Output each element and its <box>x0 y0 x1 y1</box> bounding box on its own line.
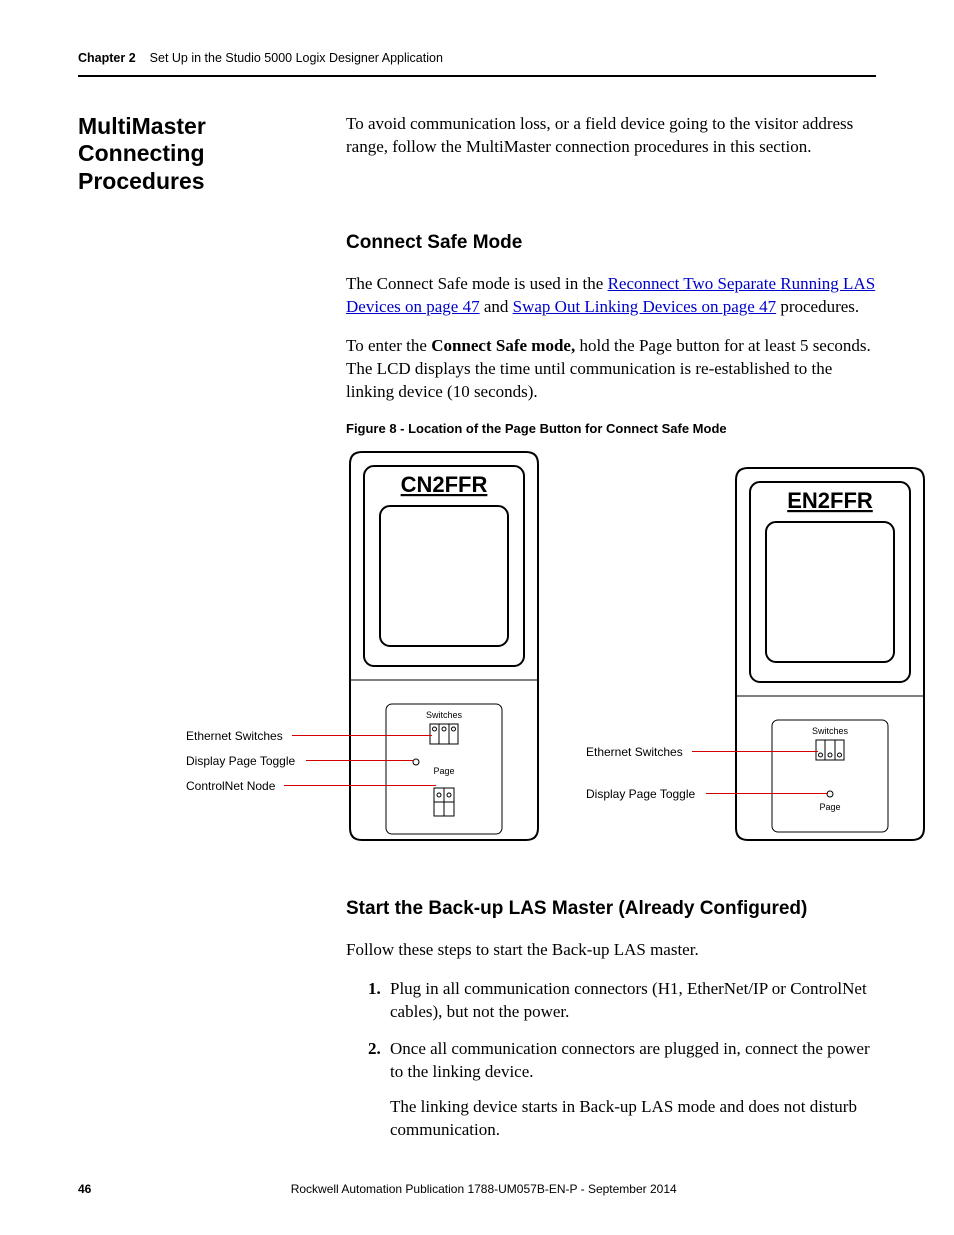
figure-caption: Figure 8 - Location of the Page Button f… <box>346 420 876 438</box>
xref-swap-out[interactable]: Swap Out Linking Devices on page 47 <box>513 297 776 316</box>
callout-display-page-toggle-a: Display Page Toggle <box>186 753 295 769</box>
callout-display-page-toggle-b: Display Page Toggle <box>586 786 695 802</box>
step-2-note: The linking device starts in Back-up LAS… <box>390 1096 876 1142</box>
running-header: Chapter 2 Set Up in the Studio 5000 Logi… <box>78 50 876 75</box>
header-rule <box>78 75 876 77</box>
callout-ethernet-switches-a: Ethernet Switches <box>186 728 283 744</box>
step-1: Plug in all communication connectors (H1… <box>368 978 876 1038</box>
callout-controlnet-node-a: ControlNet Node <box>186 778 275 794</box>
steps-list: Plug in all communication connectors (H1… <box>368 978 876 1156</box>
intro-paragraph: To avoid communication loss, or a field … <box>346 113 876 159</box>
page-footer: 46 Rockwell Automation Publication 1788-… <box>78 1181 876 1197</box>
switches-label-a: Switches <box>426 710 463 720</box>
switches-label-b: Switches <box>812 726 849 736</box>
figure-8: CN2FFR Switches Page <box>126 448 924 848</box>
device-label-b: EN2FFR <box>787 488 873 513</box>
connect-safe-para1: The Connect Safe mode is used in the Rec… <box>346 273 876 319</box>
device-label-a: CN2FFR <box>401 472 488 497</box>
leader-a2 <box>306 760 414 761</box>
leader-b2 <box>706 793 828 794</box>
step-2: Once all communication connectors are pl… <box>368 1038 876 1156</box>
callout-ethernet-switches-b: Ethernet Switches <box>586 744 683 760</box>
connect-safe-para2: To enter the Connect Safe mode, hold the… <box>346 335 876 404</box>
page-number: 46 <box>78 1181 91 1197</box>
chapter-label: Chapter 2 <box>78 50 136 67</box>
page-label-b: Page <box>819 802 840 812</box>
section-heading-connect-safe: Connect Safe Mode <box>346 230 876 256</box>
section-heading-backup-las: Start the Back-up LAS Master (Already Co… <box>346 896 876 922</box>
leader-a3 <box>284 785 436 786</box>
page-label-a: Page <box>433 766 454 776</box>
chapter-title: Set Up in the Studio 5000 Logix Designer… <box>150 50 443 67</box>
device-en2ffr: EN2FFR Switches Page <box>732 464 928 844</box>
leader-b1 <box>692 751 818 752</box>
publication-id: Rockwell Automation Publication 1788-UM0… <box>91 1181 876 1197</box>
backup-lead: Follow these steps to start the Back-up … <box>346 939 876 962</box>
leader-a1 <box>292 735 432 736</box>
side-heading: MultiMaster Connecting Procedures <box>78 113 346 196</box>
